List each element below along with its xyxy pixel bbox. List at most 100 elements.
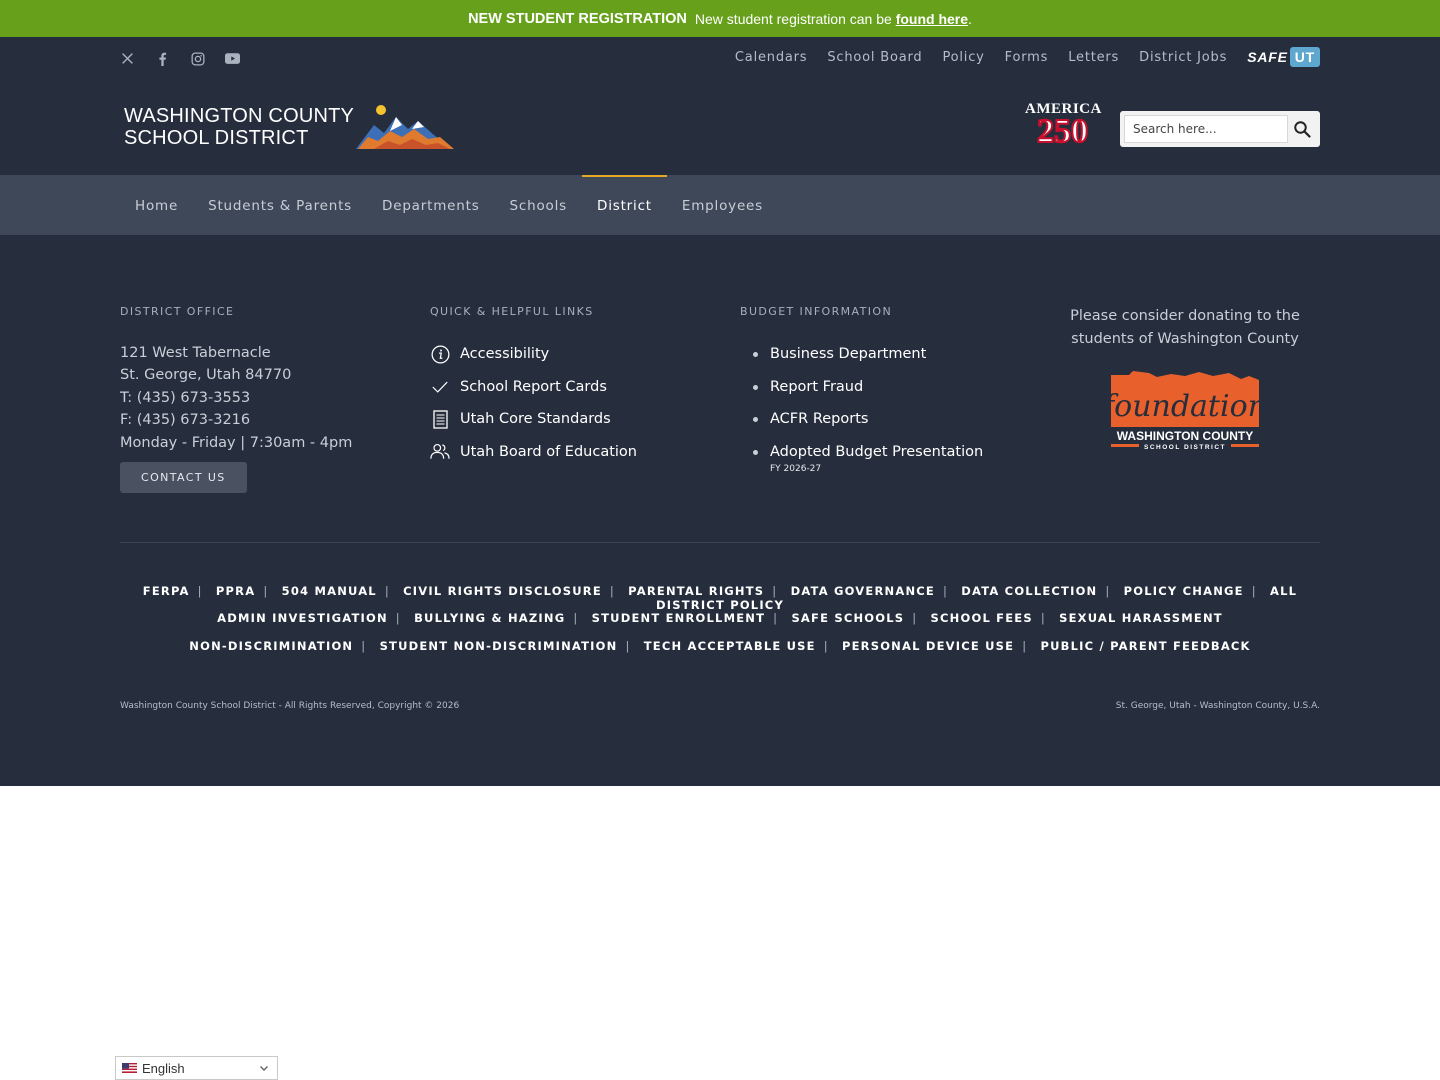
- copyright-text: Washington County School District - All …: [120, 701, 460, 711]
- district-logo[interactable]: WASHINGTON COUNTY SCHOOL DISTRICT: [124, 103, 456, 151]
- social-links: [120, 51, 240, 66]
- budget-link-business-department[interactable]: Business Department: [740, 338, 983, 371]
- district-office-title: DISTRICT OFFICE: [120, 305, 235, 318]
- office-address: 121 West Tabernacle St. George, Utah 847…: [120, 342, 352, 454]
- policy-link[interactable]: NON-DISCRIMINATION: [189, 639, 353, 653]
- quick-link-label: Accessibility: [460, 346, 550, 363]
- america-250-logo: AMERICA 250: [1025, 101, 1101, 150]
- policy-link[interactable]: SAFE SCHOOLS: [791, 611, 904, 625]
- policy-link[interactable]: PERSONAL DEVICE USE: [842, 639, 1014, 653]
- policy-links-row-1: FERPA | PPRA | 504 MANUAL | CIVIL RIGHTS DI…: [142, 584, 1298, 612]
- utility-nav: Calendars School Board Policy Forms Lett…: [715, 47, 1320, 67]
- logo-text: WASHINGTON COUNTY SCHOOL DISTRICT: [124, 105, 354, 149]
- foundation-logo[interactable]: foundation WASHINGTON COUNTY SCHOOL DIST…: [1101, 371, 1267, 455]
- quick-link-accessibility[interactable]: Accessibility: [430, 338, 637, 371]
- youtube-icon[interactable]: [225, 51, 240, 66]
- policy-link[interactable]: DATA COLLECTION: [961, 584, 1097, 598]
- footer-divider: [120, 542, 1320, 543]
- toplink-letters[interactable]: Letters: [1068, 50, 1119, 65]
- quick-link-label: Utah Board of Education: [460, 443, 637, 460]
- policy-links-row-2: ADMIN INVESTIGATION | BULLYING & HAZING | …: [217, 611, 1223, 625]
- logo-line1: WASHINGTON COUNTY: [124, 105, 355, 127]
- policy-link[interactable]: FERPA: [143, 584, 190, 598]
- america-number: 250: [1036, 113, 1089, 150]
- safeut-logo[interactable]: SAFE UT: [1247, 47, 1320, 67]
- main-nav: Home Students & Parents Departments Scho…: [0, 175, 1440, 235]
- site-header: Calendars School Board Policy Forms Lett…: [0, 37, 1440, 175]
- nav-home[interactable]: Home: [120, 175, 193, 235]
- policy-link[interactable]: PPRA: [216, 584, 255, 598]
- toplink-district-jobs[interactable]: District Jobs: [1139, 50, 1227, 65]
- budget-link-report-fraud[interactable]: Report Fraud: [740, 371, 983, 404]
- policy-link[interactable]: SCHOOL FEES: [931, 611, 1033, 625]
- policy-link[interactable]: POLICY CHANGE: [1124, 584, 1244, 598]
- facebook-icon[interactable]: [155, 51, 170, 66]
- nav-district[interactable]: District: [582, 175, 667, 235]
- policy-link[interactable]: SEXUAL HARASSMENT: [1059, 611, 1223, 625]
- policy-link[interactable]: STUDENT ENROLLMENT: [592, 611, 765, 625]
- nav-schools[interactable]: Schools: [495, 175, 582, 235]
- toplink-school-board[interactable]: School Board: [827, 50, 922, 65]
- site-footer: DISTRICT OFFICE 121 West Tabernacle St. …: [0, 235, 1440, 786]
- toplink-policy[interactable]: Policy: [942, 50, 984, 65]
- donate-column: Please consider donating to the students…: [1060, 305, 1310, 455]
- quick-link-label: School Report Cards: [460, 378, 607, 395]
- banner-title: NEW STUDENT REGISTRATION: [468, 10, 687, 27]
- quick-link-core-standards[interactable]: Utah Core Standards: [430, 403, 637, 436]
- policy-link[interactable]: CIVIL RIGHTS DISCLOSURE: [403, 584, 602, 598]
- address-line: 121 West Tabernacle: [120, 345, 271, 361]
- budget-link-acfr-reports[interactable]: ACFR Reports: [740, 403, 983, 436]
- nav-employees[interactable]: Employees: [667, 175, 778, 235]
- language-select[interactable]: English: [115, 1056, 278, 1080]
- safeut-ut: UT: [1289, 47, 1320, 67]
- language-label: English: [142, 1060, 185, 1076]
- quick-link-board-of-education[interactable]: Utah Board of Education: [430, 436, 637, 469]
- registration-banner: NEW STUDENT REGISTRATION New student reg…: [0, 0, 1440, 37]
- foundation-word: foundation: [1109, 389, 1261, 424]
- contact-us-button[interactable]: CONTACT US: [120, 462, 247, 494]
- search-icon[interactable]: [1288, 115, 1316, 143]
- donate-text: Please consider donating to the students…: [1070, 308, 1300, 347]
- safeut-safe: SAFE: [1247, 49, 1288, 65]
- chevron-down-icon: [260, 1066, 268, 1071]
- banner-end: .: [968, 10, 972, 27]
- banner-link[interactable]: found here: [896, 11, 968, 27]
- users-icon: [430, 442, 450, 462]
- mountain-sun-icon: [356, 105, 455, 149]
- policy-link[interactable]: TECH ACCEPTABLE USE: [644, 639, 816, 653]
- district-office-column: DISTRICT OFFICE 121 West Tabernacle St. …: [120, 305, 352, 494]
- quick-link-report-cards[interactable]: School Report Cards: [430, 371, 637, 404]
- nav-departments[interactable]: Departments: [367, 175, 495, 235]
- toplink-calendars[interactable]: Calendars: [735, 50, 807, 65]
- quick-link-label: Utah Core Standards: [460, 411, 611, 428]
- logo-line2: SCHOOL DISTRICT: [124, 127, 309, 149]
- phone-line: T: (435) 673-3553: [120, 389, 251, 406]
- quick-links-column: QUICK & HELPFUL LINKS Accessibility Scho…: [430, 305, 637, 468]
- policy-link[interactable]: PUBLIC / PARENT FEEDBACK: [1041, 639, 1251, 653]
- info-icon: [430, 344, 450, 364]
- toplink-forms[interactable]: Forms: [1005, 50, 1049, 65]
- search-input[interactable]: [1124, 115, 1288, 143]
- nav-students-parents[interactable]: Students & Parents: [193, 175, 367, 235]
- check-icon: [430, 377, 450, 397]
- budget-info-column: BUDGET INFORMATION Business Department R…: [740, 305, 983, 474]
- policy-link[interactable]: PARENTAL RIGHTS: [628, 584, 764, 598]
- us-flag-icon: [122, 1063, 137, 1073]
- x-icon[interactable]: [120, 51, 135, 66]
- hours-line: Monday - Friday | 7:30am - 4pm: [120, 434, 353, 451]
- policy-link[interactable]: 504 MANUAL: [282, 584, 377, 598]
- fax-line: F: (435) 673-3216: [120, 412, 251, 429]
- policy-link[interactable]: ADMIN INVESTIGATION: [217, 611, 388, 625]
- policy-link[interactable]: STUDENT NON-DISCRIMINATION: [380, 639, 618, 653]
- policy-link[interactable]: DATA GOVERNANCE: [791, 584, 935, 598]
- address-line: St. George, Utah 84770: [120, 367, 292, 384]
- quick-links-title: QUICK & HELPFUL LINKS: [430, 305, 594, 318]
- policy-link[interactable]: BULLYING & HAZING: [414, 611, 565, 625]
- budget-link-adopted-budget[interactable]: Adopted Budget Presentation: [740, 436, 983, 469]
- foundation-sub1: WASHINGTON COUNTY: [1117, 429, 1253, 443]
- document-icon: [430, 409, 450, 429]
- instagram-icon[interactable]: [190, 51, 205, 66]
- search-box: [1120, 111, 1320, 147]
- policy-links-row-3: NON-DISCRIMINATION | STUDENT NON-DISCRIMI…: [189, 639, 1251, 653]
- budget-info-title: BUDGET INFORMATION: [740, 305, 893, 318]
